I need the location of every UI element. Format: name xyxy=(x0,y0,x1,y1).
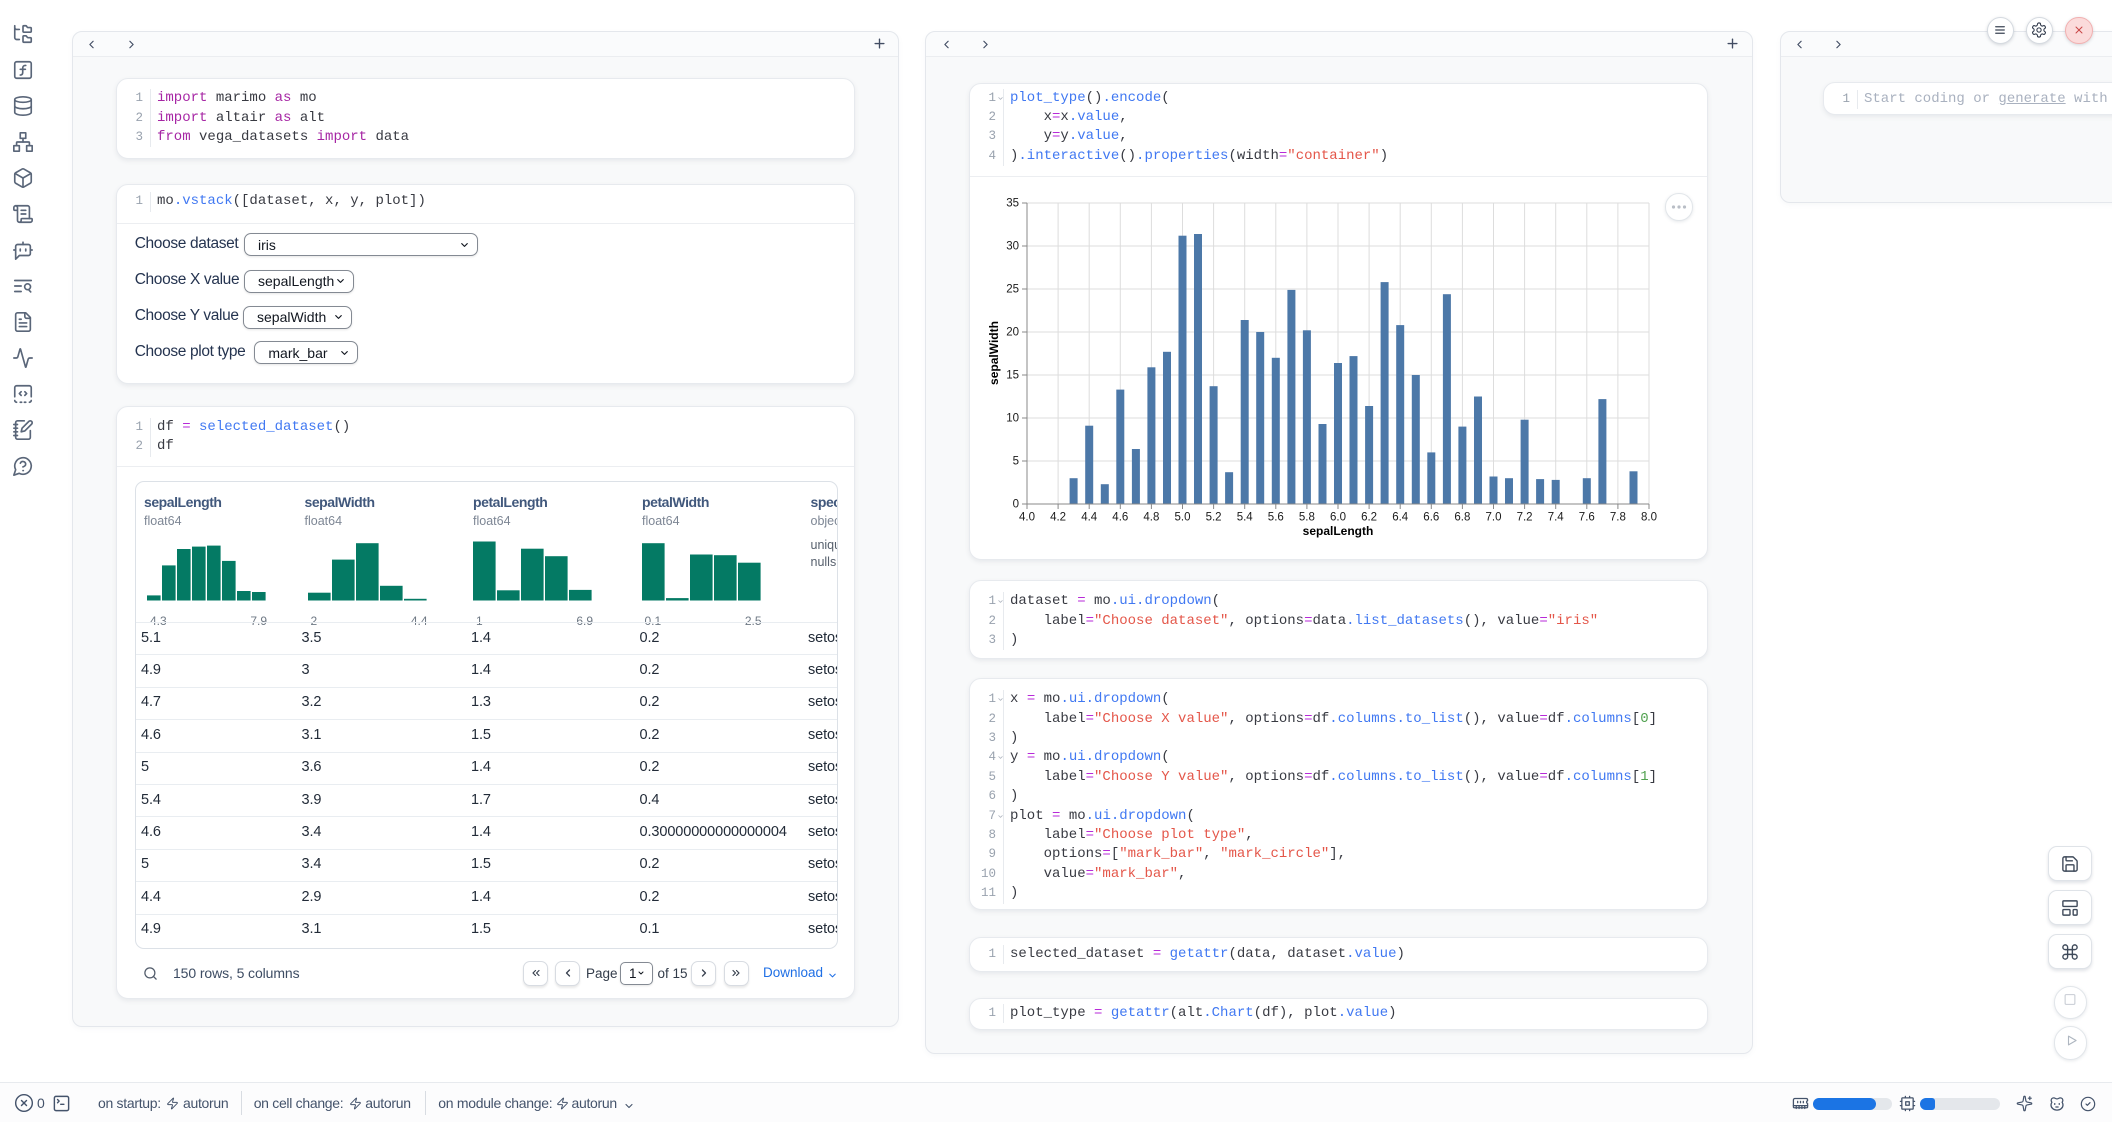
svg-text:15: 15 xyxy=(1006,370,1019,382)
svg-text:20: 20 xyxy=(1006,327,1019,339)
svg-text:5.6: 5.6 xyxy=(1268,512,1284,524)
svg-text:4.8: 4.8 xyxy=(1143,512,1159,524)
svg-text:6.4: 6.4 xyxy=(1392,512,1409,524)
svg-text:7.8: 7.8 xyxy=(1610,512,1626,524)
svg-text:6.6: 6.6 xyxy=(1423,512,1439,524)
svg-text:4.6: 4.6 xyxy=(1112,512,1128,524)
svg-text:5.8: 5.8 xyxy=(1299,512,1315,524)
svg-text:30: 30 xyxy=(1006,241,1019,253)
svg-text:6.2: 6.2 xyxy=(1361,512,1377,524)
svg-text:5.2: 5.2 xyxy=(1206,512,1222,524)
svg-text:5.4: 5.4 xyxy=(1237,512,1254,524)
svg-text:25: 25 xyxy=(1006,284,1019,296)
svg-text:7.6: 7.6 xyxy=(1579,512,1595,524)
svg-text:8.0: 8.0 xyxy=(1641,512,1657,524)
svg-text:4.2: 4.2 xyxy=(1050,512,1066,524)
svg-text:sepalLength: sepalLength xyxy=(1303,524,1374,538)
svg-text:35: 35 xyxy=(1006,198,1019,210)
svg-text:sepalWidth: sepalWidth xyxy=(987,321,1001,385)
svg-text:7.0: 7.0 xyxy=(1486,512,1502,524)
svg-text:7.4: 7.4 xyxy=(1548,512,1565,524)
svg-text:5.0: 5.0 xyxy=(1175,512,1191,524)
svg-text:4.4: 4.4 xyxy=(1081,512,1098,524)
svg-text:0: 0 xyxy=(1013,499,1019,511)
svg-text:7.2: 7.2 xyxy=(1517,512,1533,524)
svg-text:4.0: 4.0 xyxy=(1019,512,1035,524)
svg-text:6.8: 6.8 xyxy=(1454,512,1470,524)
svg-text:5: 5 xyxy=(1013,456,1019,468)
svg-text:10: 10 xyxy=(1006,413,1019,425)
svg-text:6.0: 6.0 xyxy=(1330,512,1346,524)
